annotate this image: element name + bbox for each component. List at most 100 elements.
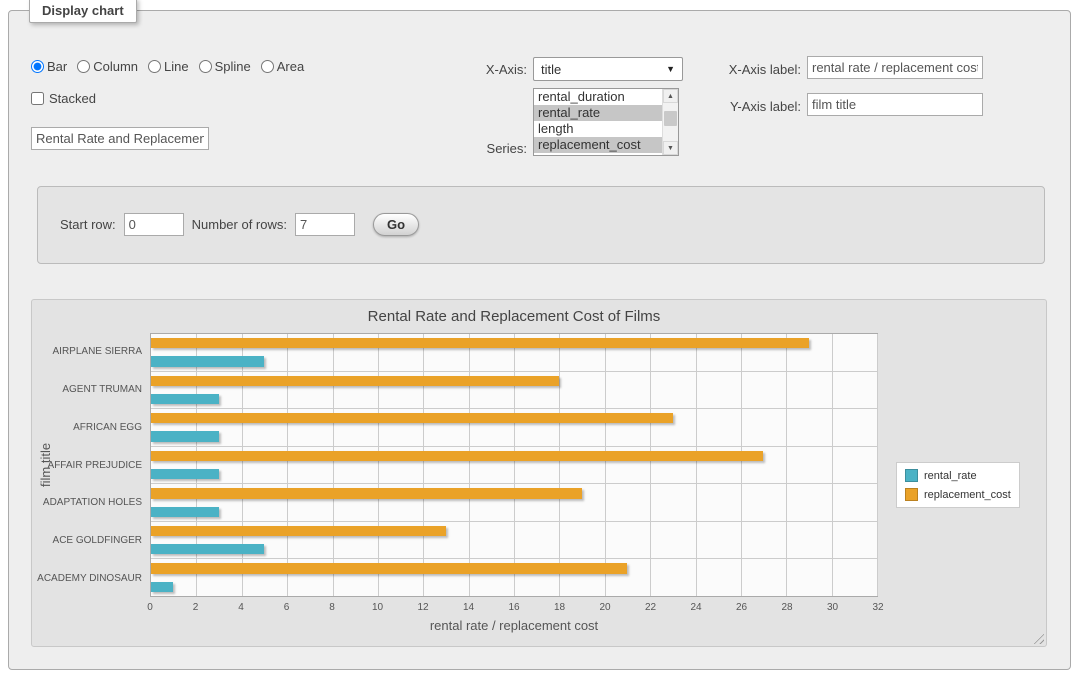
stacked-option[interactable]: Stacked [31, 91, 96, 106]
gridline [877, 334, 878, 596]
chart-type-radio-area[interactable] [261, 60, 274, 73]
chart-type-radio-label: Line [164, 59, 189, 74]
rows-form-line: Start row: Number of rows: Go [60, 213, 419, 236]
x-tick-label: 18 [554, 602, 565, 613]
bar-replacement_cost [151, 563, 627, 573]
legend-swatch [905, 469, 918, 482]
y-tick-label: AFFAIR PREJUDICE [52, 446, 150, 484]
bar-rental_rate [151, 507, 219, 517]
rows-form: Start row: Number of rows: Go [37, 186, 1045, 264]
y-tick-label: ACADEMY DINOSAUR [52, 559, 150, 597]
page: Display chart Bar Column Line Spline Area St… [0, 0, 1081, 681]
chart-type-radio-spline[interactable] [199, 60, 212, 73]
go-button[interactable]: Go [373, 213, 419, 236]
x-tick-label: 24 [690, 602, 701, 613]
chart-type-radio-label: Bar [47, 59, 67, 74]
start-row-input[interactable] [124, 213, 184, 236]
category-band [151, 558, 877, 596]
x-tick-label: 6 [284, 602, 290, 613]
x-tick-label: 10 [372, 602, 383, 613]
category-band [151, 408, 877, 446]
x-axis-label-input[interactable] [807, 56, 983, 79]
series-select-label: Series: [439, 141, 527, 156]
x-tick-label: 26 [736, 602, 747, 613]
plot-area [150, 333, 878, 597]
x-tick-label: 16 [508, 602, 519, 613]
y-category-labels: AIRPLANE SIERRAAGENT TRUMANAFRICAN EGGAF… [52, 333, 150, 597]
bar-replacement_cost [151, 488, 582, 498]
x-axis-selected-value: title [541, 62, 561, 77]
stacked-label: Stacked [49, 91, 96, 106]
y-tick-label: ADAPTATION HOLES [52, 484, 150, 522]
x-tick-label: 4 [238, 602, 244, 613]
bar-rental_rate [151, 469, 219, 479]
bar-rental_rate [151, 431, 219, 441]
chart-legend: rental_rate replacement_cost [896, 462, 1020, 508]
bar-replacement_cost [151, 526, 446, 536]
start-row-label: Start row: [60, 217, 116, 232]
legend-label: replacement_cost [924, 489, 1011, 501]
x-tick-label: 12 [417, 602, 428, 613]
chart-type-line[interactable]: Line [148, 59, 189, 74]
chart-type-radio-bar[interactable] [31, 60, 44, 73]
series-option-length[interactable]: length [534, 121, 662, 137]
bar-replacement_cost [151, 451, 763, 461]
bar-rental_rate [151, 582, 173, 592]
panel-legend: Display chart [29, 0, 137, 23]
category-band [151, 521, 877, 559]
chart-type-bar[interactable]: Bar [31, 59, 67, 74]
chart-type-spline[interactable]: Spline [199, 59, 251, 74]
x-tick-label: 30 [827, 602, 838, 613]
legend-label: rental_rate [924, 470, 977, 482]
x-tick-label: 32 [872, 602, 883, 613]
legend-swatch [905, 488, 918, 501]
y-tick-label: AIRPLANE SIERRA [52, 333, 150, 371]
chart-type-radio-label: Area [277, 59, 304, 74]
chart-type-area[interactable]: Area [261, 59, 304, 74]
x-axis-title: rental rate / replacement cost [150, 618, 878, 633]
chart-type-radio-column[interactable] [77, 60, 90, 73]
resize-handle-icon[interactable] [1031, 631, 1044, 644]
stacked-checkbox[interactable] [31, 92, 44, 105]
bar-rental_rate [151, 544, 264, 554]
chart-type-radio-label: Column [93, 59, 138, 74]
series-option-replacement_cost[interactable]: replacement_cost [534, 137, 662, 153]
y-tick-label: ACE GOLDFINGER [52, 522, 150, 560]
bar-replacement_cost [151, 338, 809, 348]
chart-title-input[interactable] [31, 127, 209, 150]
x-tick-label: 20 [599, 602, 610, 613]
chart-type-radio-line[interactable] [148, 60, 161, 73]
x-tick-label: 8 [329, 602, 335, 613]
y-tick-label: AFRICAN EGG [52, 408, 150, 446]
chart-area: Rental Rate and Replacement Cost of Film… [31, 299, 1047, 647]
chart-type-options: Bar Column Line Spline Area [31, 59, 304, 74]
y-axis-label-label: Y-Axis label: [629, 99, 801, 114]
category-band [151, 446, 877, 484]
bar-rental_rate [151, 356, 264, 366]
number-of-rows-label: Number of rows: [192, 217, 287, 232]
x-axis-select-label: X-Axis: [439, 62, 527, 77]
chart-type-radio-label: Spline [215, 59, 251, 74]
bar-replacement_cost [151, 413, 673, 423]
scrollbar-down-icon[interactable]: ▼ [663, 141, 678, 155]
chart-type-column[interactable]: Column [77, 59, 138, 74]
chart-title: Rental Rate and Replacement Cost of Film… [150, 308, 878, 325]
x-tick-label: 28 [781, 602, 792, 613]
x-tick-labels: 02468101214161820222426283032 [150, 602, 878, 614]
x-tick-label: 2 [193, 602, 199, 613]
x-tick-label: 22 [645, 602, 656, 613]
legend-item: replacement_cost [905, 488, 1011, 501]
bar-replacement_cost [151, 376, 559, 386]
x-tick-label: 14 [463, 602, 474, 613]
y-axis-label-input[interactable] [807, 93, 983, 116]
category-band [151, 334, 877, 371]
display-chart-panel: Display chart BarColumnLineSplineArea St… [8, 10, 1071, 670]
x-tick-label: 0 [147, 602, 153, 613]
category-band [151, 483, 877, 521]
legend-item: rental_rate [905, 469, 1011, 482]
bands [151, 334, 877, 596]
x-axis-label-label: X-Axis label: [629, 62, 801, 77]
bar-rental_rate [151, 394, 219, 404]
category-band [151, 371, 877, 409]
number-of-rows-input[interactable] [295, 213, 355, 236]
